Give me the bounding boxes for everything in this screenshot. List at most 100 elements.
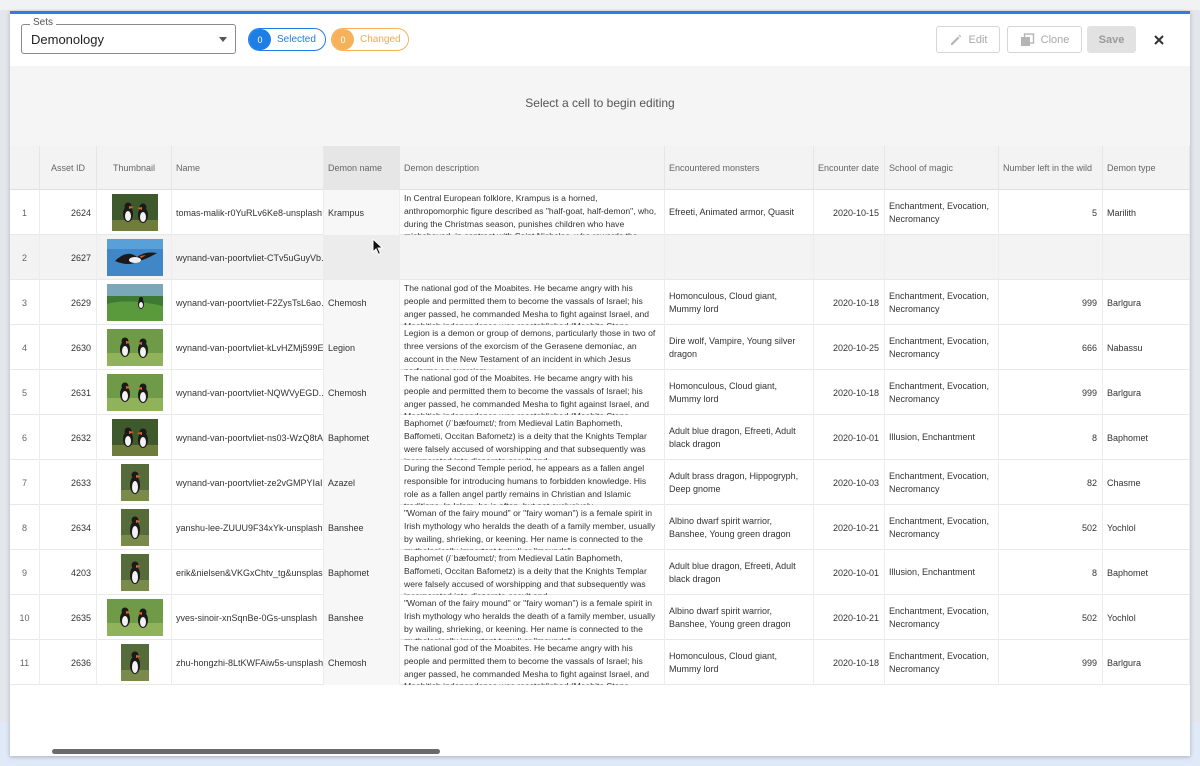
table-row[interactable]: 6 2632 wynand-van-poortvliet-ns03-WzQ8tA..… xyxy=(10,415,1190,460)
demon-name-cell[interactable]: Baphomet xyxy=(324,415,400,460)
demon-description-cell[interactable]: Baphomet (/ˈbæfoʊmɛt/; from Medieval Lat… xyxy=(400,550,665,595)
table-row[interactable]: 10 2635 yves-sinoir-xnSqnBe-0Gs-unsplash Ba… xyxy=(10,595,1190,640)
asset-id-cell[interactable]: 2634 xyxy=(40,505,97,550)
encounter-date-cell[interactable]: 2020-10-25 xyxy=(814,325,885,370)
number-left-cell[interactable] xyxy=(999,235,1103,280)
demon-type-cell[interactable] xyxy=(1103,235,1190,280)
demon-name-cell[interactable]: Banshee xyxy=(324,595,400,640)
edit-button[interactable]: Edit xyxy=(936,26,1000,53)
demon-type-cell[interactable]: Nabassu xyxy=(1103,325,1190,370)
name-cell[interactable]: wynand-van-poortvliet-ns03-WzQ8tA... xyxy=(172,415,324,460)
asset-id-cell[interactable]: 2624 xyxy=(40,190,97,235)
demon-type-cell[interactable]: Marilith xyxy=(1103,190,1190,235)
demon-type-cell[interactable]: Baphomet xyxy=(1103,415,1190,460)
row-index-cell[interactable]: 2 xyxy=(10,235,40,280)
row-index-cell[interactable]: 8 xyxy=(10,505,40,550)
demon-type-cell[interactable]: Yochlol xyxy=(1103,595,1190,640)
encounter-date-cell[interactable]: 2020-10-21 xyxy=(814,595,885,640)
number-left-cell[interactable]: 999 xyxy=(999,640,1103,685)
table-row[interactable]: 9 4203 erik&nielsen&VKGxChtv_tg&unsplas...… xyxy=(10,550,1190,595)
demon-type-cell[interactable]: Barlgura xyxy=(1103,640,1190,685)
demon-description-cell[interactable]: The national god of the Moabites. He bec… xyxy=(400,280,665,325)
table-row[interactable]: 1 2624 tomas-malik-r0YuRLv6Ke8-unsplash Kra… xyxy=(10,190,1190,235)
table-row[interactable]: 8 2634 yanshu-lee-ZUUU9F34xYk-unsplash Bans… xyxy=(10,505,1190,550)
school-of-magic-cell[interactable]: Enchantment, Evocation, Necromancy xyxy=(885,325,999,370)
asset-id-cell[interactable]: 2631 xyxy=(40,370,97,415)
name-cell[interactable]: yves-sinoir-xnSqnBe-0Gs-unsplash xyxy=(172,595,324,640)
name-cell[interactable]: wynand-van-poortvliet-NQWVyEGD... xyxy=(172,370,324,415)
name-cell[interactable]: yanshu-lee-ZUUU9F34xYk-unsplash xyxy=(172,505,324,550)
encounter-date-cell[interactable]: 2020-10-18 xyxy=(814,280,885,325)
table-row[interactable]: 2 2627 wynand-van-poortvliet-CTv5uGuyVb... xyxy=(10,235,1190,280)
school-of-magic-cell[interactable]: Enchantment, Evocation, Necromancy xyxy=(885,280,999,325)
school-of-magic-cell[interactable]: Enchantment, Evocation, Necromancy xyxy=(885,595,999,640)
thumbnail-cell[interactable] xyxy=(97,415,172,460)
encounter-date-cell[interactable]: 2020-10-18 xyxy=(814,640,885,685)
row-index-cell[interactable]: 5 xyxy=(10,370,40,415)
encountered-monsters-cell[interactable]: Dire wolf, Vampire, Young silver dragon xyxy=(665,325,814,370)
asset-id-cell[interactable]: 2633 xyxy=(40,460,97,505)
demon-description-header[interactable]: Demon description xyxy=(400,146,665,190)
thumbnail-cell[interactable] xyxy=(97,190,172,235)
name-cell[interactable]: wynand-van-poortvliet-F2ZysTsL6ao... xyxy=(172,280,324,325)
row-index-cell[interactable]: 4 xyxy=(10,325,40,370)
encountered-monsters-cell[interactable]: Efreeti, Animated armor, Quasit xyxy=(665,190,814,235)
save-button[interactable]: Save xyxy=(1087,26,1136,53)
asset-id-cell[interactable]: 2632 xyxy=(40,415,97,460)
asset-id-cell[interactable]: 4203 xyxy=(40,550,97,595)
demon-description-cell[interactable]: The national god of the Moabites. He bec… xyxy=(400,370,665,415)
encountered-monsters-cell[interactable]: Homonculous, Cloud giant, Mummy lord xyxy=(665,370,814,415)
demon-name-cell[interactable]: Krampus xyxy=(324,190,400,235)
demon-type-cell[interactable]: Barlgura xyxy=(1103,370,1190,415)
row-index-cell[interactable]: 10 xyxy=(10,595,40,640)
horizontal-scrollbar[interactable] xyxy=(52,749,440,754)
demon-type-cell[interactable]: Chasme xyxy=(1103,460,1190,505)
thumbnail-cell[interactable] xyxy=(97,640,172,685)
encountered-monsters-cell[interactable]: Adult brass dragon, Hippogryph, Deep gno… xyxy=(665,460,814,505)
demon-description-cell[interactable]: Legion is a demon or group of demons, pa… xyxy=(400,325,665,370)
thumbnail-cell[interactable] xyxy=(97,370,172,415)
encounter-date-cell[interactable] xyxy=(814,235,885,280)
thumbnail-cell[interactable] xyxy=(97,595,172,640)
selected-filter-pill[interactable]: 0 Selected xyxy=(248,28,326,51)
school-of-magic-cell[interactable]: Enchantment, Evocation, Necromancy xyxy=(885,190,999,235)
row-index-cell[interactable]: 7 xyxy=(10,460,40,505)
demon-name-cell[interactable]: Chemosh xyxy=(324,370,400,415)
number-left-header[interactable]: Number left in the wild xyxy=(999,146,1103,190)
encountered-monsters-cell[interactable]: Albino dwarf spirit warrior, Banshee, Yo… xyxy=(665,595,814,640)
demon-type-cell[interactable]: Baphomet xyxy=(1103,550,1190,595)
table-row[interactable]: 4 2630 wynand-van-poortvliet-kLvHZMj599E..… xyxy=(10,325,1190,370)
encountered-monsters-cell[interactable]: Homonculous, Cloud giant, Mummy lord xyxy=(665,280,814,325)
school-of-magic-cell[interactable]: Enchantment, Evocation, Necromancy xyxy=(885,370,999,415)
row-index-cell[interactable]: 6 xyxy=(10,415,40,460)
row-index-cell[interactable]: 1 xyxy=(10,190,40,235)
number-left-cell[interactable]: 502 xyxy=(999,505,1103,550)
demon-description-cell[interactable]: The national god of the Moabites. He bec… xyxy=(400,640,665,685)
demon-name-cell[interactable]: Banshee xyxy=(324,505,400,550)
demon-description-cell[interactable]: During the Second Temple period, he appe… xyxy=(400,460,665,505)
number-left-cell[interactable]: 666 xyxy=(999,325,1103,370)
encountered-monsters-header[interactable]: Encountered monsters xyxy=(665,146,814,190)
demon-name-cell[interactable]: Azazel xyxy=(324,460,400,505)
demon-name-cell[interactable] xyxy=(324,235,400,280)
asset-id-cell[interactable]: 2635 xyxy=(40,595,97,640)
thumbnail-cell[interactable] xyxy=(97,280,172,325)
table-row[interactable]: 5 2631 wynand-van-poortvliet-NQWVyEGD... Ch… xyxy=(10,370,1190,415)
encounter-date-header[interactable]: Encounter date xyxy=(814,146,885,190)
asset-id-cell[interactable]: 2627 xyxy=(40,235,97,280)
name-cell[interactable]: tomas-malik-r0YuRLv6Ke8-unsplash xyxy=(172,190,324,235)
clone-button[interactable]: Clone xyxy=(1007,26,1082,53)
thumbnail-header[interactable]: Thumbnail xyxy=(97,146,172,190)
demon-type-header[interactable]: Demon type xyxy=(1103,146,1190,190)
asset-id-cell[interactable]: 2629 xyxy=(40,280,97,325)
name-cell[interactable]: wynand-van-poortvliet-ze2vGMPYIaI... xyxy=(172,460,324,505)
name-cell[interactable]: wynand-van-poortvliet-kLvHZMj599E... xyxy=(172,325,324,370)
demon-description-cell[interactable]: In Central European folklore, Krampus is… xyxy=(400,190,665,235)
row-index-cell[interactable]: 11 xyxy=(10,640,40,685)
name-cell[interactable]: wynand-van-poortvliet-CTv5uGuyVb... xyxy=(172,235,324,280)
demon-type-cell[interactable]: Yochlol xyxy=(1103,505,1190,550)
name-header[interactable]: Name xyxy=(172,146,324,190)
table-row[interactable]: 3 2629 wynand-van-poortvliet-F2ZysTsL6ao..… xyxy=(10,280,1190,325)
number-left-cell[interactable]: 999 xyxy=(999,280,1103,325)
thumbnail-cell[interactable] xyxy=(97,325,172,370)
